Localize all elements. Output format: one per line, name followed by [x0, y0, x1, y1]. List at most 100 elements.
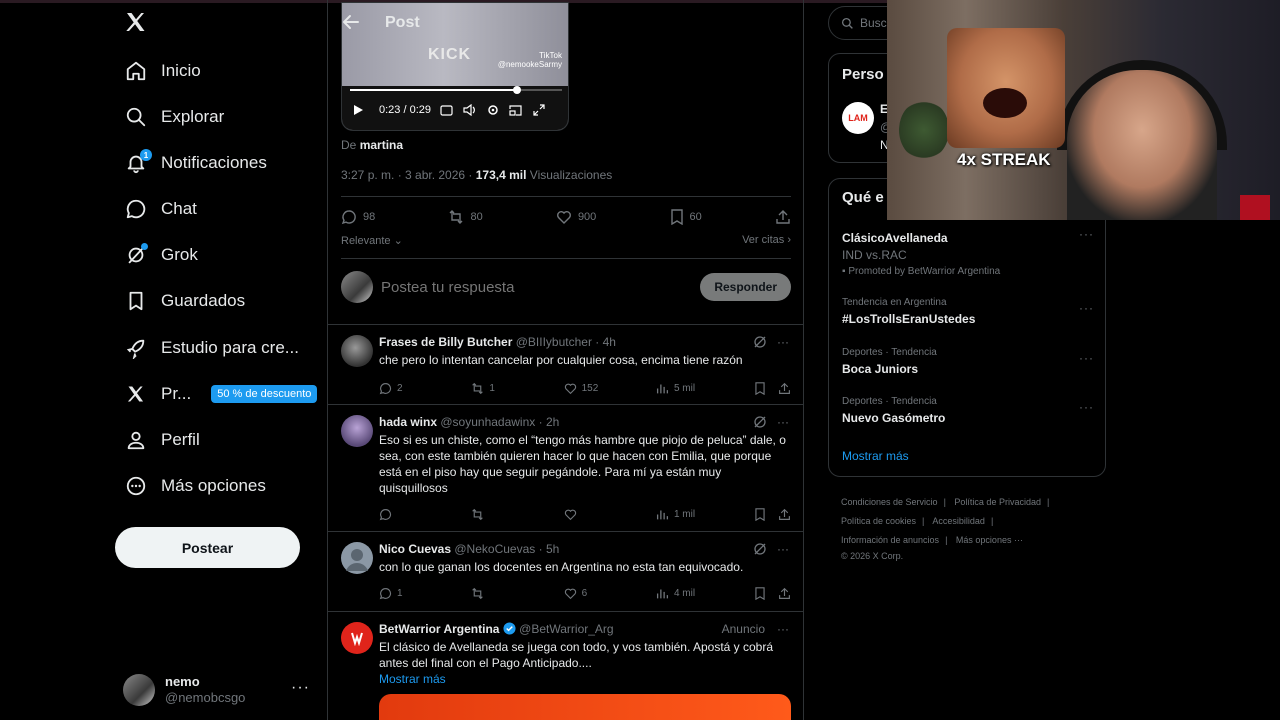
trend-item[interactable]: Tendencia en Argentina #LosTrollsEranUst…: [842, 297, 1094, 326]
share-action[interactable]: [778, 382, 791, 395]
share-action[interactable]: [778, 508, 791, 521]
bookmark-action[interactable]: [754, 381, 778, 395]
post-button[interactable]: Postear: [115, 527, 300, 568]
tweet-author-name[interactable]: hada winx: [379, 415, 437, 429]
tweet-author-handle[interactable]: @BetWarrior_Arg: [519, 622, 613, 636]
avatar[interactable]: [341, 622, 373, 654]
repost-action[interactable]: [471, 508, 563, 521]
trend-item[interactable]: Deportes · Tendencia Nuevo Gasómetro ···: [842, 396, 1094, 425]
sidebar-item-notificaciones[interactable]: 1 Notificaciones: [110, 140, 320, 186]
tweet-time[interactable]: · 4h: [595, 335, 616, 349]
footer-link-cookies[interactable]: Política de cookies: [841, 516, 916, 526]
fullscreen-icon[interactable]: [531, 103, 546, 118]
tweet-author-handle[interactable]: @BIIIybutcher: [516, 335, 592, 349]
reply-input[interactable]: [381, 278, 701, 296]
bookmark-action[interactable]: [754, 586, 778, 600]
promoted-tweet[interactable]: BetWarrior Argentina @BetWarrior_Arg Anu…: [328, 611, 803, 720]
footer-link-accessibility[interactable]: Accesibilidad: [932, 516, 985, 526]
sidebar-item-inicio[interactable]: Inicio: [110, 48, 320, 94]
tweet-author-handle[interactable]: @NekoCuevas: [454, 542, 535, 556]
views-action[interactable]: 1 mil: [656, 508, 754, 521]
tweet-time[interactable]: · 2h: [539, 415, 560, 429]
tweet-author-name[interactable]: Nico Cuevas: [379, 542, 451, 556]
app-root: Inicio Explorar 1 Notificaciones Chat Gr…: [0, 0, 1280, 720]
show-more-link[interactable]: Mostrar más: [842, 449, 909, 463]
reply-action[interactable]: 2: [379, 382, 471, 395]
more-icon[interactable]: ···: [1079, 227, 1094, 241]
grok-icon[interactable]: [753, 415, 767, 429]
sidebar-item-mas-opciones[interactable]: Más opciones: [110, 463, 320, 509]
footer-link-ads-info[interactable]: Información de anuncios: [841, 535, 939, 545]
bookmark-action[interactable]: [754, 507, 778, 521]
footer-link-privacy[interactable]: Política de Privacidad: [954, 497, 1041, 507]
trend-item[interactable]: Deportes · Tendencia Boca Juniors ···: [842, 347, 1094, 376]
reply-action[interactable]: 1: [379, 587, 471, 600]
views-action[interactable]: 5 mil: [656, 382, 754, 395]
repost-action[interactable]: [471, 587, 563, 600]
reply-tweet[interactable]: Nico Cuevas @NekoCuevas · 5h ··· con lo …: [328, 531, 803, 611]
more-icon[interactable]: ···: [777, 622, 789, 636]
quotes-link[interactable]: Ver citas ›: [742, 234, 791, 250]
reply-tweet[interactable]: Frases de Billy Butcher @BIIIybutcher · …: [328, 324, 803, 404]
more-icon[interactable]: ···: [1079, 400, 1094, 414]
play-icon[interactable]: [350, 103, 365, 118]
trend-item[interactable]: ClásicoAvellaneda IND vs.RAC ▪ Promoted …: [842, 227, 1094, 277]
sidebar-item-grok[interactable]: Grok: [110, 232, 320, 278]
like-action[interactable]: 6: [564, 587, 656, 600]
byline-author[interactable]: martina: [360, 138, 403, 152]
tweet-author-name[interactable]: Frases de Billy Butcher: [379, 335, 512, 349]
like-action[interactable]: [564, 508, 656, 521]
more-icon[interactable]: ···: [1079, 301, 1094, 315]
sidebar-item-premium[interactable]: Pr... 50 % de descuento: [110, 371, 320, 417]
reply-button[interactable]: Responder: [700, 273, 791, 301]
sidebar-item-guardados[interactable]: Guardados: [110, 278, 320, 324]
sidebar-item-chat[interactable]: Chat: [110, 186, 320, 232]
repost-action[interactable]: 1: [471, 382, 563, 395]
more-icon[interactable]: ···: [1079, 351, 1094, 365]
captions-icon[interactable]: [439, 103, 454, 118]
reply-action[interactable]: 98: [341, 209, 375, 225]
reply-action[interactable]: [379, 508, 471, 521]
avatar[interactable]: LAM: [842, 102, 874, 134]
like-action[interactable]: 152: [564, 382, 656, 395]
tweet-time[interactable]: · 5h: [539, 542, 560, 556]
tweet-author-handle[interactable]: @soyunhadawinx: [440, 415, 535, 429]
ad-media[interactable]: [379, 694, 791, 720]
picture-in-picture-icon[interactable]: [508, 103, 523, 118]
like-action[interactable]: 900: [556, 209, 596, 225]
sidebar-item-perfil[interactable]: Perfil: [110, 417, 320, 463]
avatar[interactable]: [341, 542, 373, 574]
footer-link-more[interactable]: Más opciones ···: [956, 535, 1023, 545]
grok-icon[interactable]: [753, 542, 767, 556]
repost-action[interactable]: 80: [448, 209, 483, 225]
video-progress-bar[interactable]: [350, 86, 562, 94]
tweet-author-name[interactable]: BetWarrior Argentina: [379, 622, 499, 636]
x-logo-icon[interactable]: [124, 10, 150, 36]
sidebar-item-explorar[interactable]: Explorar: [110, 94, 320, 140]
back-arrow-icon[interactable]: [342, 13, 362, 33]
account-switcher[interactable]: nemo @nemobcsgo ···: [123, 671, 318, 709]
volume-icon[interactable]: [462, 103, 477, 118]
more-icon[interactable]: ···: [777, 415, 789, 429]
video-progress-knob[interactable]: [513, 86, 522, 94]
sort-dropdown[interactable]: Relevante ⌄: [341, 234, 403, 250]
bookmark-action[interactable]: 60: [670, 209, 702, 225]
more-icon[interactable]: ···: [777, 542, 789, 556]
trend-promoted: ▪ Promoted by BetWarrior Argentina: [842, 266, 1094, 277]
views-action[interactable]: 4 mil: [656, 587, 754, 600]
more-icon[interactable]: ···: [777, 335, 789, 349]
bookmark-icon: [755, 381, 765, 395]
grok-icon[interactable]: [753, 335, 767, 349]
share-action[interactable]: [775, 209, 791, 225]
more-icon[interactable]: ···: [291, 679, 310, 697]
post-timestamp[interactable]: 3:27 p. m. · 3 abr. 2026 ·: [341, 168, 476, 182]
sidebar-item-estudio[interactable]: Estudio para cre...: [110, 325, 320, 371]
settings-icon[interactable]: [485, 103, 500, 118]
trend-promo-text: Promoted by BetWarrior Argentina: [848, 266, 1001, 277]
avatar[interactable]: [341, 335, 373, 367]
reply-tweet[interactable]: hada winx @soyunhadawinx · 2h ··· Eso si…: [328, 404, 803, 531]
avatar[interactable]: [341, 415, 373, 447]
share-action[interactable]: [778, 587, 791, 600]
show-more-link[interactable]: Mostrar más: [379, 672, 446, 686]
footer-link-terms[interactable]: Condiciones de Servicio: [841, 497, 938, 507]
